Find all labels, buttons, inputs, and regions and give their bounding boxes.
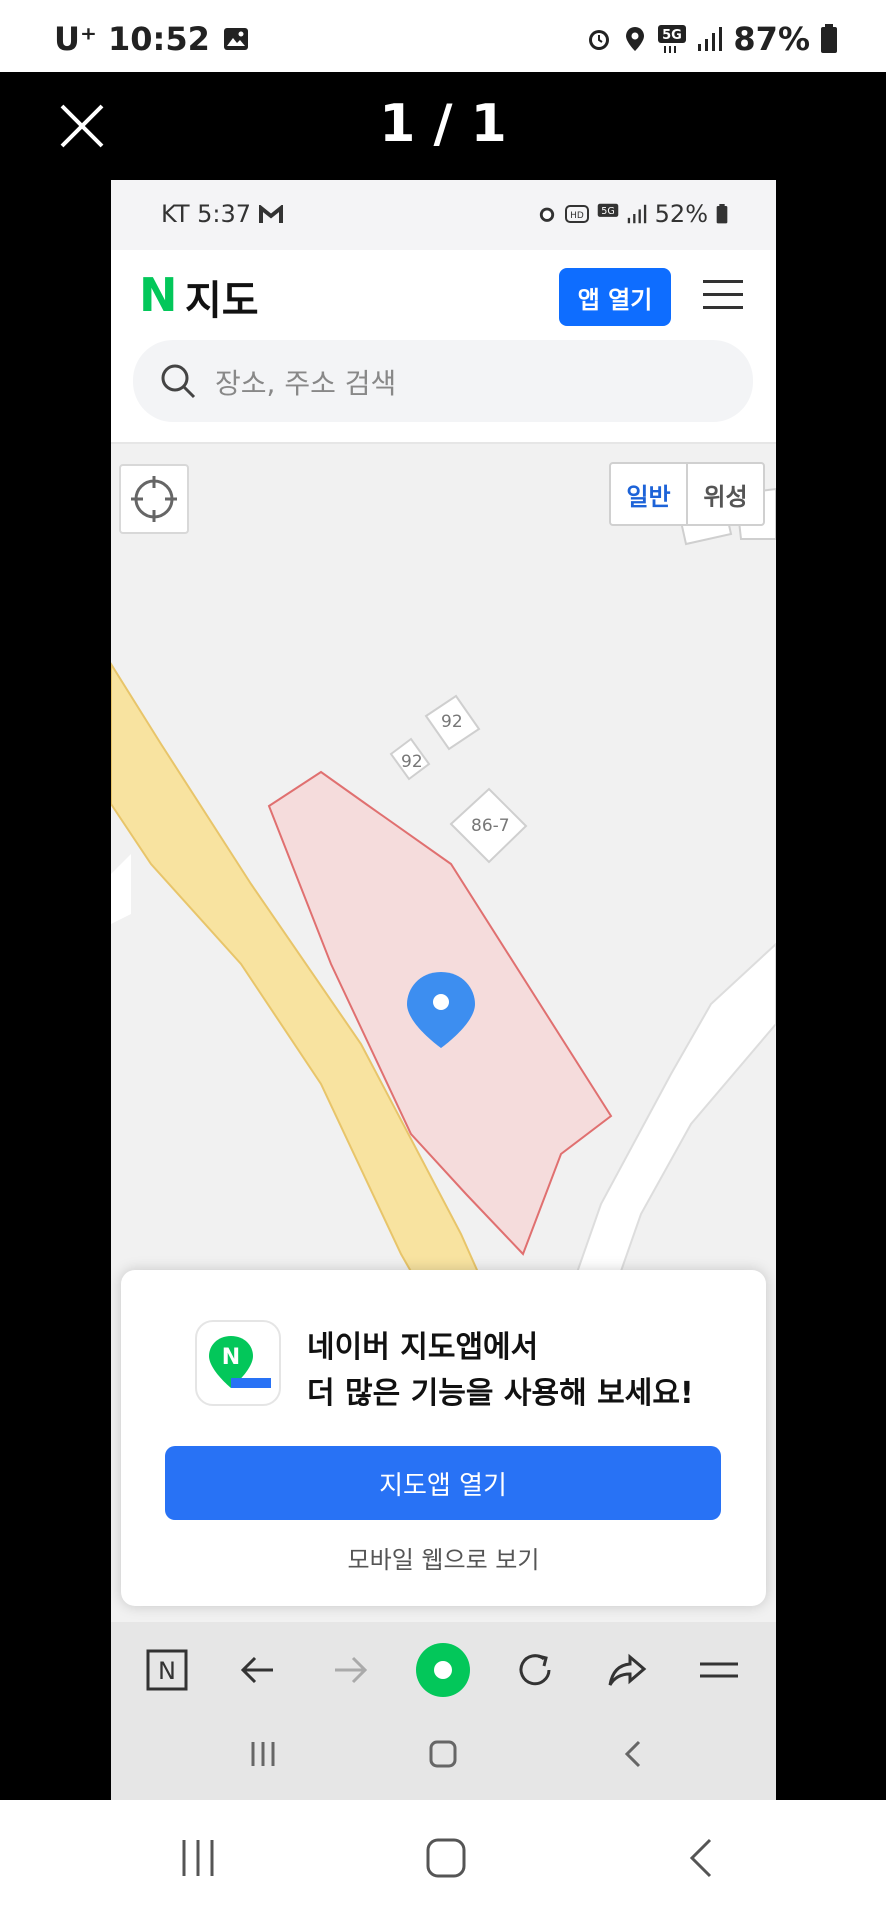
naver-map-title[interactable]: 지도 [185,268,259,326]
naver-map-app-icon: N [195,1320,281,1406]
map-type-satellite[interactable]: 위성 [688,464,763,524]
minor-road [111,854,131,924]
green-dot-icon [416,1643,470,1697]
app-icon-letter: N [222,1345,240,1370]
svg-text:5G: 5G [663,28,683,43]
map-type-normal[interactable]: 일반 [611,464,688,524]
outer-system-nav [0,1800,886,1920]
parcel-label: 86-7 [471,816,510,836]
menu-icon [700,1662,738,1678]
svg-text:HD: HD [570,211,584,221]
back-icon[interactable] [617,1738,649,1770]
page-counter: 1 / 1 [379,94,507,154]
naver-map-header: N 지도 앱 열기 [111,250,776,350]
inner-system-nav [111,1720,776,1800]
share-icon [608,1653,647,1686]
search-icon [161,364,196,399]
map-type-toggle: 일반 위성 [609,462,765,526]
naver-logo-n[interactable]: N [139,268,178,322]
inner-status-bar: KT 5:37 HD 5G 52% [111,180,776,250]
green-dot-button[interactable] [415,1642,471,1698]
battery-icon [821,24,837,53]
5g-signal-icon: 5G [658,25,687,53]
search-input[interactable]: 장소, 주소 검색 [133,340,753,422]
5g-signal-icon: 5G [597,203,618,217]
home-icon[interactable] [427,1738,459,1770]
arrow-left-icon [240,1656,273,1684]
parcel-label: 92 [441,712,463,732]
embedded-screenshot: KT 5:37 HD 5G 52% N 지도 앱 열기 장소, 주소 검색 92… [111,180,776,1800]
recent-apps-icon[interactable] [247,1738,279,1770]
inner-carrier-time: KT 5:37 [161,200,252,228]
browser-menu-button[interactable] [691,1642,747,1698]
gmail-icon [258,203,283,223]
browser-toolbar: N [111,1622,776,1720]
alarm-icon [589,30,610,50]
hd-icon: HD [564,205,589,223]
back-icon[interactable] [680,1836,724,1880]
outer-battery-percent: 87% [733,20,810,58]
outer-status-bar: U⁺ 10:52 5G 87% [0,0,886,72]
promo-message-line1: 네이버 지도앱에서 [307,1330,539,1365]
promo-message-line2: 더 많은 기능을 사용해 보세요! [307,1376,694,1411]
arrow-right-icon [335,1656,368,1684]
back-button[interactable] [229,1642,285,1698]
share-button[interactable] [599,1642,655,1698]
battery-icon [716,204,728,224]
naver-home-button[interactable]: N [139,1642,195,1698]
forward-button[interactable] [323,1642,379,1698]
outer-carrier-time: U⁺ 10:52 [54,20,210,58]
cell-signal-icon [627,204,646,224]
home-icon[interactable] [424,1836,468,1880]
cell-signal-icon [698,27,723,51]
alarm-icon [539,207,554,222]
search-placeholder: 장소, 주소 검색 [215,367,397,400]
svg-text:N: N [158,1657,176,1685]
inner-battery-percent: 52% [654,200,708,228]
crosshair-icon [131,476,177,522]
menu-icon[interactable] [703,280,743,312]
image-viewer-toolbar: 1 / 1 [0,72,886,180]
view-mobile-web-link[interactable]: 모바일 웹으로 보기 [121,1540,766,1575]
parcel-label: 92 [401,752,423,772]
open-app-button[interactable]: 앱 열기 [559,268,671,326]
svg-text:5G: 5G [601,206,614,217]
refresh-icon [519,1654,551,1686]
current-location-button[interactable] [119,464,189,534]
naver-home-icon: N [146,1649,188,1691]
location-icon [626,27,645,51]
refresh-button[interactable] [507,1642,563,1698]
recent-apps-icon[interactable] [176,1836,220,1880]
app-promo-popup: N 네이버 지도앱에서 더 많은 기능을 사용해 보세요! 지도앱 열기 모바일… [121,1270,766,1606]
gallery-icon [223,28,248,50]
open-map-app-button[interactable]: 지도앱 열기 [165,1446,721,1520]
